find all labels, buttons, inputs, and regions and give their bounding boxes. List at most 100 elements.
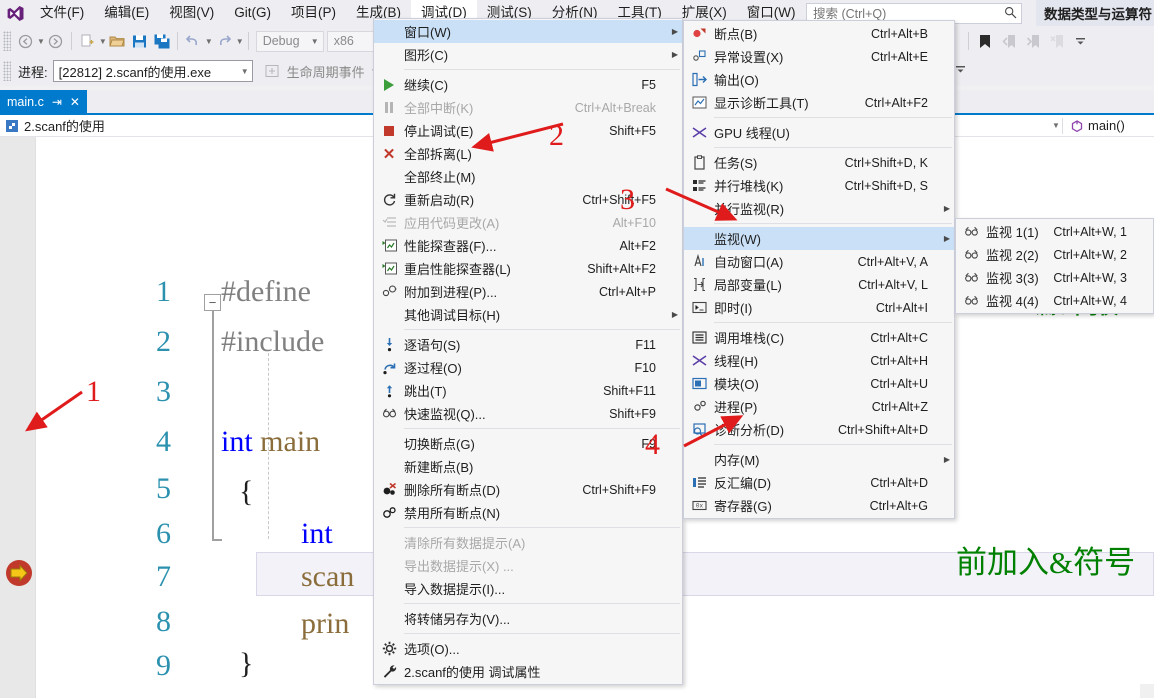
toolbar2-overflow-button[interactable]	[955, 62, 967, 79]
debug-menu-item-26[interactable]: 导出数据提示(X) ...	[374, 554, 682, 577]
debug-menu-item-31[interactable]: 选项(O)...	[374, 637, 682, 660]
window-submenu-item-13[interactable]: 局部变量(L) Ctrl+Alt+V, L	[684, 273, 954, 296]
debug-menu-item-4[interactable]: 全部中断(K) Ctrl+Alt+Break	[374, 96, 682, 119]
window-submenu-item-7[interactable]: 任务(S) Ctrl+Shift+D, K	[684, 151, 954, 174]
window-submenu-item-24[interactable]: 0x 寄存器(G) Ctrl+Alt+G	[684, 494, 954, 517]
lifecycle-events-label: 生命周期事件	[286, 64, 365, 80]
document-tab-main-c[interactable]: main.c ⇥ ✕	[0, 90, 87, 114]
previous-bookmark-icon[interactable]	[997, 29, 1021, 53]
code-line-8[interactable]: prin	[301, 607, 349, 641]
window-submenu-item-2[interactable]: 输出(O)	[684, 68, 954, 91]
watch-submenu-item-2[interactable]: 监视 3(3) Ctrl+Alt+W, 3	[956, 266, 1153, 289]
save-all-button[interactable]	[151, 30, 173, 52]
navigate-back-button[interactable]	[14, 30, 36, 52]
debug-menu-item-18[interactable]: 快速监视(Q)... Shift+F9	[374, 402, 682, 425]
navigate-back-caret-icon[interactable]: ▼	[37, 37, 45, 46]
debug-menu-item-7[interactable]: 全部终止(M)	[374, 165, 682, 188]
annotation-number-4: 4	[645, 428, 660, 461]
window-submenu-item-11[interactable]: 监视(W) ▶	[684, 227, 954, 250]
watch-icon	[956, 243, 986, 266]
datatypes-operators-tab[interactable]: 数据类型与运算符	[1036, 0, 1154, 26]
debug-menu-item-20[interactable]: 切换断点(G) F9	[374, 432, 682, 455]
debug-menu-item-22[interactable]: 删除所有断点(D) Ctrl+Shift+F9	[374, 478, 682, 501]
debug-menu-item-1[interactable]: 图形(C) ▶	[374, 43, 682, 66]
debug-menu-item-23[interactable]: 禁用所有断点(N)	[374, 501, 682, 524]
debug-menu-item-23-label: 禁用所有断点(N)	[404, 506, 501, 521]
debug-menu-item-32[interactable]: 2.scanf的使用 调试属性	[374, 660, 682, 683]
debug-menu-item-13[interactable]: 其他调试目标(H) ▶	[374, 303, 682, 326]
code-line-5[interactable]: {	[239, 475, 253, 509]
debug-menu-item-21[interactable]: 新建断点(B)	[374, 455, 682, 478]
debug-menu-item-12[interactable]: 附加到进程(P)... Ctrl+Alt+P	[374, 280, 682, 303]
annotation-number-3: 3	[620, 183, 635, 216]
debug-menu-item-25[interactable]: 清除所有数据提示(A)	[374, 531, 682, 554]
menubar-item-4[interactable]: 项目(P)	[281, 0, 346, 26]
window-submenu-item-23[interactable]: 反汇编(D) Ctrl+Alt+D	[684, 471, 954, 494]
debug-menu[interactable]: 窗口(W) ▶ 图形(C) ▶ 继续(C) F5 全部中断(K) Ctrl+Alt+Break…	[373, 18, 683, 685]
debug-menu-item-21-label: 新建断点(B)	[404, 460, 474, 475]
debug-menu-item-11[interactable]: 重启性能探查器(L) Shift+Alt+F2	[374, 257, 682, 280]
open-file-button[interactable]	[107, 30, 129, 52]
code-line-4[interactable]: int main	[221, 425, 320, 459]
fold-collapse-icon[interactable]: −	[204, 294, 221, 311]
debug-menu-item-27[interactable]: 导入数据提示(I)...	[374, 577, 682, 600]
new-item-caret-icon[interactable]: ▼	[99, 37, 107, 46]
new-item-button[interactable]	[76, 30, 98, 52]
debug-menu-item-3[interactable]: 继续(C) F5	[374, 73, 682, 96]
bookmark-icon[interactable]	[973, 29, 997, 53]
breadcrumb-caret-icon[interactable]: ▼	[1052, 121, 1060, 130]
code-line-1[interactable]: #define	[221, 275, 311, 309]
undo-button[interactable]	[182, 30, 204, 52]
menubar-item-2[interactable]: 视图(V)	[159, 0, 224, 26]
code-line-6[interactable]: int	[301, 517, 333, 551]
toolbar-grip[interactable]	[3, 31, 11, 51]
search-icon	[1004, 6, 1017, 22]
debug-menu-item-17[interactable]: 跳出(T) Shift+F11	[374, 379, 682, 402]
next-bookmark-icon[interactable]	[1021, 29, 1045, 53]
menubar-item-1[interactable]: 编辑(E)	[94, 0, 159, 26]
clear-bookmarks-icon[interactable]	[1045, 29, 1069, 53]
undo-caret-icon[interactable]: ▼	[205, 37, 213, 46]
watch-submenu-item-1[interactable]: 监视 2(2) Ctrl+Alt+W, 2	[956, 243, 1153, 266]
configuration-dropdown[interactable]: Debug ▼	[255, 30, 324, 52]
process-dropdown[interactable]: [22812] 2.scanf的使用.exe ▼	[52, 60, 253, 82]
window-submenu-item-0[interactable]: 断点(B) Ctrl+Alt+B	[684, 22, 954, 45]
pin-icon[interactable]: ⇥	[52, 95, 62, 109]
breadcrumb-project[interactable]: 2.scanf的使用	[24, 116, 105, 135]
close-icon[interactable]: ✕	[70, 95, 80, 109]
debug-menu-item-15[interactable]: 逐语句(S) F11	[374, 333, 682, 356]
menubar-item-3[interactable]: Git(G)	[224, 0, 281, 26]
navigate-forward-button[interactable]	[45, 30, 67, 52]
window-submenu-item-12[interactable]: 自动窗口(A) Ctrl+Alt+V, A	[684, 250, 954, 273]
redo-caret-icon[interactable]: ▼	[236, 37, 244, 46]
annotation-arrow-1	[20, 388, 90, 439]
window-submenu-item-17[interactable]: 线程(H) Ctrl+Alt+H	[684, 349, 954, 372]
debug-menu-item-8[interactable]: 重新启动(R) Ctrl+Shift+F5	[374, 188, 682, 211]
step-over-icon	[374, 356, 404, 379]
debug-menu-item-29[interactable]: 将转储另存为(V)...	[374, 607, 682, 630]
window-submenu-item-18[interactable]: 模块(O) Ctrl+Alt+U	[684, 372, 954, 395]
window-submenu-item-14[interactable]: 即时(I) Ctrl+Alt+I	[684, 296, 954, 319]
watch-submenu-item-0[interactable]: 监视 1(1) Ctrl+Alt+W, 1	[956, 220, 1153, 243]
window-submenu-item-1[interactable]: 异常设置(X) Ctrl+Alt+E	[684, 45, 954, 68]
debug-menu-item-9[interactable]: 应用代码更改(A) Alt+F10	[374, 211, 682, 234]
window-submenu-item-5[interactable]: GPU 线程(U)	[684, 121, 954, 144]
method-icon	[1071, 119, 1083, 132]
debug-menu-item-0[interactable]: 窗口(W) ▶	[374, 20, 682, 43]
debug-menu-item-0-label: 窗口(W)	[404, 25, 451, 40]
toolbar-overflow-button[interactable]	[1069, 29, 1093, 53]
debug-menu-item-10[interactable]: 性能探查器(F)... Alt+F2	[374, 234, 682, 257]
breadcrumb-member-dropdown[interactable]: main()	[1070, 118, 1125, 133]
code-line-7[interactable]: scan	[301, 560, 354, 594]
redo-button[interactable]	[213, 30, 235, 52]
save-button[interactable]	[129, 30, 151, 52]
toolbar2-grip[interactable]	[3, 61, 11, 81]
code-line-9[interactable]: }	[239, 647, 253, 681]
watch-submenu[interactable]: 监视 1(1) Ctrl+Alt+W, 1 监视 2(2) Ctrl+Alt+W, 2…	[955, 218, 1154, 314]
debug-menu-item-16[interactable]: 逐过程(O) F10	[374, 356, 682, 379]
menubar-item-0[interactable]: 文件(F)	[30, 0, 94, 26]
window-submenu-item-16[interactable]: 调用堆栈(C) Ctrl+Alt+C	[684, 326, 954, 349]
code-line-2[interactable]: #include	[221, 325, 324, 359]
window-submenu-item-3[interactable]: 显示诊断工具(T) Ctrl+Alt+F2	[684, 91, 954, 114]
watch-submenu-item-3[interactable]: 监视 4(4) Ctrl+Alt+W, 4	[956, 289, 1153, 312]
